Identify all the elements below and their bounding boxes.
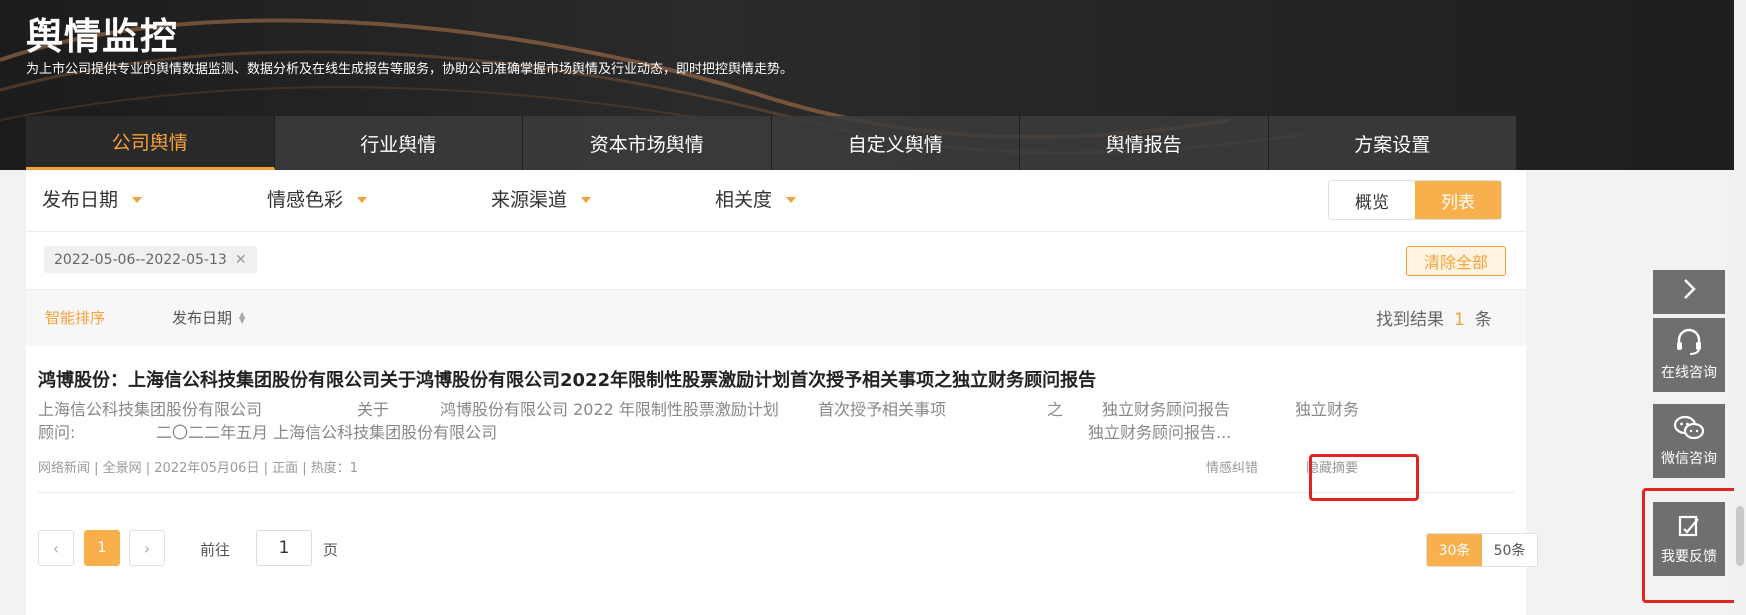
- wechat-consult-label: 微信咨询: [1661, 451, 1717, 467]
- divider: [38, 492, 1514, 493]
- tab-capital-market-sentiment[interactable]: 资本市场舆情: [523, 116, 772, 170]
- summary-text: 首次授予相关事项: [818, 400, 947, 419]
- caret-down-icon: [132, 196, 143, 203]
- tab-industry-sentiment[interactable]: 行业舆情: [275, 116, 523, 170]
- tab-plan-settings[interactable]: 方案设置: [1269, 116, 1517, 170]
- goto-suffix: 页: [323, 541, 339, 559]
- online-consult-label: 在线咨询: [1661, 365, 1717, 381]
- tab-sentiment-report[interactable]: 舆情报告: [1020, 116, 1269, 170]
- scrollbar-thumb[interactable]: [1736, 506, 1744, 566]
- caret-down-icon: [786, 196, 797, 203]
- prev-page-button[interactable]: ‹: [38, 530, 74, 566]
- sort-arrows-icon: ▲ ▼: [239, 309, 246, 325]
- page-size-50-button[interactable]: 50条: [1482, 534, 1537, 566]
- result-prefix: 找到结果: [1376, 310, 1444, 330]
- page-1-button[interactable]: 1: [84, 530, 120, 566]
- correct-sentiment-button[interactable]: 情感纠错: [1206, 457, 1258, 476]
- result-number: 1: [1454, 310, 1465, 330]
- filter-label: 相关度: [715, 189, 773, 211]
- headset-icon: [1677, 328, 1701, 355]
- tab-company-sentiment[interactable]: 公司舆情: [26, 116, 275, 170]
- result-count: 找到结果 1 条: [1376, 305, 1492, 330]
- date-sort-button[interactable]: 发布日期 ▲ ▼: [172, 307, 245, 328]
- collapse-sidebar-button[interactable]: [1653, 270, 1725, 314]
- sort-bar: 智能排序 发布日期 ▲ ▼ 找到结果 1 条: [26, 290, 1526, 346]
- page-title: 舆情监控: [26, 15, 178, 58]
- view-toggle: 概览 列表: [1328, 180, 1502, 220]
- item-summary: 上海信公科技集团股份有限公司 关于 鸿博股份有限公司 2022 年限制性股票激励…: [38, 396, 1514, 442]
- caret-down-icon: [581, 196, 592, 203]
- page-subtitle: 为上市公司提供专业的舆情数据监测、数据分析及在线生成报告等服务，协助公司准确掌握…: [26, 62, 794, 77]
- smart-sort-button[interactable]: 智能排序: [45, 307, 105, 328]
- filter-label: 来源渠道: [491, 189, 568, 211]
- main-tabs: 公司舆情 行业舆情 资本市场舆情 自定义舆情 舆情报告 方案设置: [26, 116, 1516, 170]
- summary-text: 之: [1047, 400, 1064, 419]
- page-size-toggle: 30条 50条: [1426, 533, 1538, 567]
- pagination: ‹ 1 › 前往 页 30条 50条: [38, 530, 1538, 570]
- item-title-link[interactable]: 鸿博股份：上海信公科技集团股份有限公司关于鸿博股份有限公司2022年限制性股票激…: [38, 366, 1514, 392]
- summary-text: 二〇二二年五月 上海信公科技集团股份有限公司: [156, 423, 498, 442]
- tab-custom-sentiment[interactable]: 自定义舆情: [772, 116, 1020, 170]
- close-icon[interactable]: ✕: [235, 252, 247, 268]
- filter-label: 情感色彩: [267, 189, 344, 211]
- summary-text: 独立财务顾问报告...: [1088, 423, 1232, 442]
- content-panel: 发布日期 情感色彩 来源渠道 相关度 概览 列表 2022-05-06--202…: [26, 170, 1538, 615]
- goto-prefix: 前往: [200, 541, 231, 559]
- item-meta: 网络新闻 | 全景网 | 2022年05月06日 | 正面 | 热度：1: [38, 461, 359, 476]
- list-view-button[interactable]: 列表: [1415, 181, 1501, 219]
- highlight-box-correct-sentiment: [1309, 454, 1419, 501]
- online-consult-button[interactable]: 在线咨询: [1653, 318, 1725, 392]
- chevron-right-icon: [1684, 279, 1696, 299]
- result-suffix: 条: [1474, 310, 1492, 330]
- page-size-30-button[interactable]: 30条: [1427, 534, 1482, 566]
- filter-publish-date[interactable]: 发布日期: [42, 185, 143, 212]
- date-range-tag: 2022-05-06--2022-05-13 ✕: [44, 246, 257, 273]
- highlight-box-feedback: [1642, 488, 1746, 603]
- summary-text: 顾问:: [38, 423, 76, 442]
- next-page-button[interactable]: ›: [129, 530, 165, 566]
- summary-text: 关于: [357, 400, 390, 419]
- summary-text: 独立财务: [1295, 400, 1360, 419]
- list-item: 鸿博股份：上海信公科技集团股份有限公司关于鸿博股份有限公司2022年限制性股票激…: [38, 366, 1514, 476]
- filter-relevance[interactable]: 相关度: [715, 185, 797, 212]
- filter-sentiment[interactable]: 情感色彩: [267, 185, 368, 212]
- goto-page-input[interactable]: [256, 530, 312, 566]
- wechat-consult-button[interactable]: 微信咨询: [1653, 404, 1725, 478]
- date-sort-label: 发布日期: [172, 309, 233, 327]
- date-range-text: 2022-05-06--2022-05-13: [54, 251, 227, 268]
- active-filter-tags: 2022-05-06--2022-05-13 ✕: [26, 232, 1526, 290]
- filter-bar: 发布日期 情感色彩 来源渠道 相关度 概览 列表: [26, 170, 1526, 232]
- filter-source[interactable]: 来源渠道: [491, 185, 592, 212]
- clear-all-button[interactable]: 清除全部: [1406, 246, 1506, 276]
- summary-text: 独立财务顾问报告: [1102, 400, 1231, 419]
- summary-text: 鸿博股份有限公司 2022 年限制性股票激励计划: [440, 400, 779, 419]
- caret-down-icon: [357, 196, 368, 203]
- filter-label: 发布日期: [42, 189, 119, 211]
- summary-text: 上海信公科技集团股份有限公司: [38, 400, 263, 419]
- wechat-icon: [1673, 415, 1705, 440]
- overview-view-button[interactable]: 概览: [1329, 181, 1415, 219]
